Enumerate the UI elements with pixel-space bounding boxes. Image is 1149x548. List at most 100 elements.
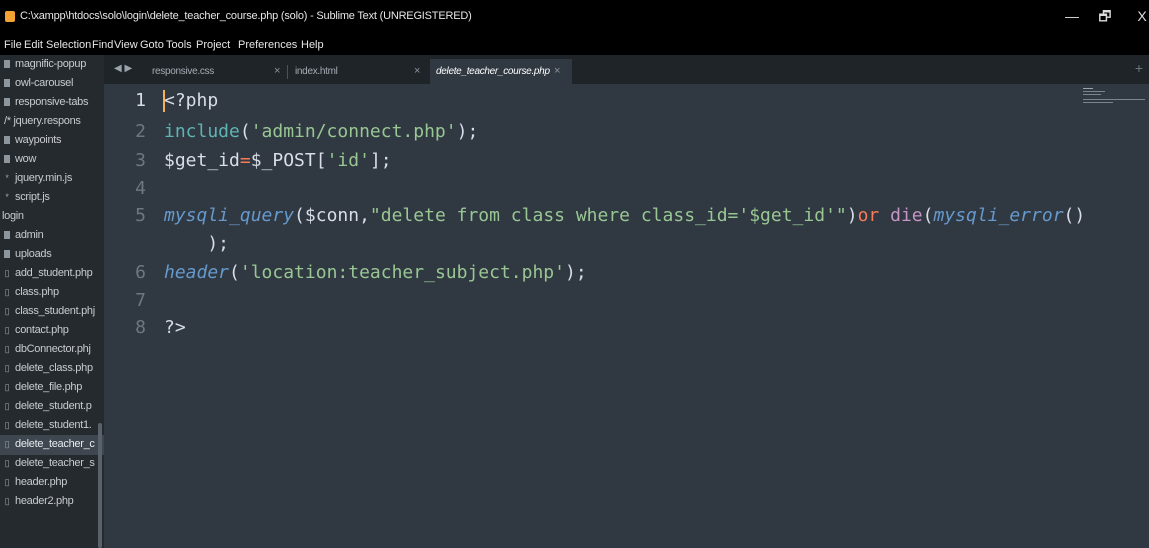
minimap-line xyxy=(1083,99,1145,100)
code-token: 'id' xyxy=(326,150,370,171)
sidebar-item[interactable]: * script.js xyxy=(0,188,104,208)
file-icon: ▯ xyxy=(4,268,10,278)
sidebar-item-label: header2.php xyxy=(15,495,74,507)
sidebar-item-label: delete_student1. xyxy=(15,419,92,431)
code-line-6[interactable]: header('location:teacher_subject.php'); xyxy=(164,262,587,283)
file-icon: ▯ xyxy=(4,458,10,468)
menu-selection[interactable]: Selection xyxy=(46,39,91,51)
code-token: ); xyxy=(456,121,479,142)
folder-icon xyxy=(4,98,10,106)
menu-preferences[interactable]: Preferences xyxy=(238,39,297,51)
new-tab-icon[interactable]: + xyxy=(1135,60,1143,76)
minimize-button[interactable]: — xyxy=(1062,6,1082,26)
line-number: 4 xyxy=(135,178,146,199)
sidebar-item[interactable]: admin xyxy=(0,226,104,246)
close-icon[interactable]: × xyxy=(274,59,280,84)
code-line-3[interactable]: $get_id=$_POST['id']; xyxy=(164,150,392,171)
line-number: 8 xyxy=(135,317,146,338)
minimap-line xyxy=(1083,88,1093,89)
tab-responsive-css[interactable]: responsive.css × xyxy=(148,59,288,84)
file-icon: ▯ xyxy=(4,306,10,316)
file-icon: * xyxy=(5,173,9,183)
menu-edit[interactable]: Edit xyxy=(24,39,43,51)
sidebar-item-label: owl-carousel xyxy=(15,77,74,89)
maximize-button[interactable]: 🗗 xyxy=(1095,6,1115,26)
sidebar-item-label: delete_teacher_c xyxy=(15,438,95,450)
code-token: 'admin/connect.php' xyxy=(250,121,457,142)
file-icon: ▯ xyxy=(4,496,10,506)
sidebar-scrollbar[interactable] xyxy=(98,423,102,548)
sidebar-item[interactable]: waypoints xyxy=(0,131,104,151)
menu-view[interactable]: View xyxy=(114,39,138,51)
menu-find[interactable]: Find xyxy=(92,39,113,51)
sidebar-item[interactable]: ▯ contact.php xyxy=(0,321,104,341)
code-line-8[interactable]: ?> xyxy=(164,317,186,338)
sidebar-item[interactable]: ▯ header2.php xyxy=(0,492,104,512)
file-icon: ▯ xyxy=(4,325,10,335)
code-token: "delete from class where class_id='$get_… xyxy=(369,205,847,226)
close-button[interactable]: X xyxy=(1132,6,1149,26)
menu-file[interactable]: File xyxy=(4,39,22,51)
file-icon: ▯ xyxy=(4,439,10,449)
sidebar-item[interactable]: ▯ dbConnector.phj xyxy=(0,340,104,360)
menu-help[interactable]: Help xyxy=(301,39,324,51)
sidebar-item-label: uploads xyxy=(15,248,52,260)
code-line-1[interactable]: <?php xyxy=(164,90,218,111)
sidebar-item[interactable]: ▯ delete_teacher_s xyxy=(0,454,104,474)
tab-nav-arrows[interactable]: ◀ ▶ xyxy=(114,63,132,74)
sidebar-item[interactable]: * jquery.min.js xyxy=(0,169,104,189)
sidebar-item[interactable]: ▯ class.php xyxy=(0,283,104,303)
code-token: die xyxy=(879,205,923,226)
sidebar-item-label: header.php xyxy=(15,476,68,488)
line-number: 2 xyxy=(135,121,146,142)
file-icon: * xyxy=(5,192,9,202)
menu-project[interactable]: Project xyxy=(196,39,230,51)
sidebar-item-label: class_student.phj xyxy=(15,305,95,317)
sidebar-item[interactable]: responsive-tabs xyxy=(0,93,104,113)
code-line-5-wrap[interactable]: ); xyxy=(164,233,229,254)
code-line-5[interactable]: mysqli_query($conn,"delete from class wh… xyxy=(164,205,1085,226)
menu-goto[interactable]: Goto xyxy=(140,39,164,51)
sidebar-item[interactable]: ▯ delete_file.php xyxy=(0,378,104,398)
sidebar-item[interactable]: uploads xyxy=(0,245,104,265)
sidebar-item-label: responsive-tabs xyxy=(15,96,89,108)
php-close-tag: ?> xyxy=(164,317,186,338)
file-icon: ▯ xyxy=(4,477,10,487)
sidebar-item[interactable]: ▯ class_student.phj xyxy=(0,302,104,322)
sidebar-item-selected[interactable]: ▯ delete_teacher_c xyxy=(0,435,104,455)
php-open-tag: <?php xyxy=(164,90,219,111)
sidebar-item-label: contact.php xyxy=(15,324,69,336)
sidebar-item[interactable]: ▯ delete_student1. xyxy=(0,416,104,436)
sidebar-item-label: jquery.min.js xyxy=(15,172,73,184)
tab-index-html[interactable]: index.html × xyxy=(290,59,430,84)
code-token: ); xyxy=(564,262,587,283)
sidebar-item[interactable]: ▯ delete_student.p xyxy=(0,397,104,417)
line-number: 7 xyxy=(135,290,146,311)
code-token: [ xyxy=(315,150,327,171)
sidebar-item-label: script.js xyxy=(15,191,50,203)
sidebar-folder-login[interactable]: login xyxy=(0,207,104,227)
code-line-2[interactable]: include('admin/connect.php'); xyxy=(164,121,478,142)
sidebar-item[interactable]: magnific-popup xyxy=(0,55,104,75)
sidebar-item[interactable]: ▯ delete_class.php xyxy=(0,359,104,379)
tab-delete-teacher-course[interactable]: delete_teacher_course.php × xyxy=(430,59,572,84)
sidebar-item[interactable]: ▯ add_student.php xyxy=(0,264,104,284)
file-icon: ▯ xyxy=(4,363,10,373)
close-icon[interactable]: × xyxy=(414,59,420,84)
sidebar-item[interactable]: wow xyxy=(0,150,104,170)
sidebar-item[interactable]: owl-carousel xyxy=(0,74,104,94)
menu-tools[interactable]: Tools xyxy=(166,39,192,51)
minimap[interactable] xyxy=(1081,87,1147,113)
file-icon: ▯ xyxy=(4,382,10,392)
file-icon: ▯ xyxy=(4,287,10,297)
sublime-logo-icon xyxy=(5,11,15,22)
menu-bar: File Edit Selection Find View Goto Tools… xyxy=(0,36,1149,55)
code-token: or xyxy=(857,205,880,226)
tab-divider xyxy=(287,65,288,79)
sidebar-item-label: admin xyxy=(15,229,44,241)
sidebar-item[interactable]: /* jquery.respons xyxy=(0,112,104,132)
close-icon[interactable]: × xyxy=(554,59,560,84)
sidebar-item[interactable]: ▯ header.php xyxy=(0,473,104,493)
code-token: mysqli_error xyxy=(933,205,1064,226)
folder-icon xyxy=(4,155,10,163)
